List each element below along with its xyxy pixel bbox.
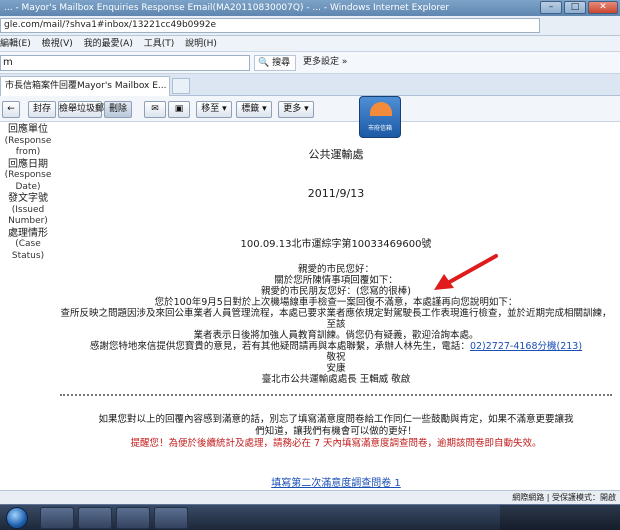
address-bar: gle.com/mail/?shva1#inbox/13221cc49b0992… [0,16,620,36]
response-org: 公共運輸處 [308,148,364,161]
reminder-text: 提醒您！為便於後續統計及處理，請務必在 7 天內填寫滿意度調查問卷，逾期該問卷即… [130,438,542,449]
minimize-icon[interactable]: – [540,1,562,14]
window-title: ... - Mayor's Mailbox Enquiries Response… [4,3,450,13]
menu-help[interactable]: 說明(H) [185,39,217,49]
back-arrow-icon[interactable]: ← [2,101,20,118]
tab-mailbox[interactable]: 市長信箱案件回覆Mayor's Mailbox E... [0,76,170,96]
label-icon[interactable]: ▣ [168,101,190,118]
menu-favorites[interactable]: 我的最愛(A) [84,39,133,49]
survey-link[interactable]: 填寫第二次滿意度調查問卷 1 [56,474,616,489]
taskbar-messenger-icon[interactable] [78,507,112,529]
status-bar: 網際網路 | 受保護模式：開啟 [0,490,620,504]
field-issued-number: 發文字號 (Issued Number) [8,193,48,226]
search-input[interactable]: m [0,55,250,71]
move-to-button[interactable]: 移至 ▾ [196,101,232,118]
mark-icon[interactable]: ✉ [144,101,166,118]
issued-number: 100.09.13北市運綜字第10033469600號 [240,239,432,250]
field-labels: 回應單位 (Response from) 回應日期 (Response Date… [4,124,52,262]
search-button[interactable]: 🔍 搜尋 [254,55,296,71]
labels-button[interactable]: 標籤 ▾ [236,101,272,118]
satisfaction-note: 如果您對以上的回覆內容感到滿意的話，別忘了填寫滿意度問卷給工作同仁一些鼓勵與肯定… [56,414,616,450]
field-response-date: 回應日期 (Response Date) [4,158,52,192]
mailbox-logo: 市府信箱 [359,96,401,138]
field-case-status: 處理情形 (Case Status) [8,227,48,261]
archive-button[interactable]: 封存 [28,101,56,118]
search-row: m 🔍 搜尋 更多設定 » [0,52,620,74]
divider [60,394,612,400]
start-orb-icon[interactable] [6,507,28,529]
phone-number: 02)2727-4168分機(213) [469,341,583,352]
report-spam-button[interactable]: 檢舉垃圾郵件 [58,101,113,118]
taskbar-ie-icon[interactable] [154,507,188,529]
window-titlebar: ... - Mayor's Mailbox Enquiries Response… [0,0,620,16]
taskbar-explorer-icon[interactable] [40,507,74,529]
menu-tools[interactable]: 工具(T) [144,39,175,49]
system-tray [500,505,620,530]
red-arrow-icon [434,254,498,290]
menu-bar: 編輯(E) 檢視(V) 我的最愛(A) 工具(T) 說明(H) [0,36,620,52]
close-icon[interactable]: ✕ [588,1,618,14]
field-response-from: 回應單位 (Response from) [4,124,52,157]
url-input[interactable]: gle.com/mail/?shva1#inbox/13221cc49b0992… [0,18,540,33]
more-settings-button[interactable]: 更多設定 » [300,55,360,71]
maximize-icon[interactable]: □ [564,1,586,14]
more-actions-button[interactable]: 更多 ▾ [278,101,314,118]
response-date: 2011/9/13 [307,187,365,200]
new-tab-button[interactable] [172,78,190,94]
delete-button[interactable]: 刪除 [104,101,132,118]
logo-text: 市府信箱 [367,125,392,132]
search-icon: 🔍 [258,58,270,68]
mail-toolbar: ← 封存 檢舉垃圾郵件 刪除 ✉ ▣ 移至 ▾ 標籤 ▾ 更多 ▾ [0,96,620,122]
security-zone: 網際網路 | 受保護模式：開啟 [512,493,616,502]
case-status-text: 親愛的市民您好： 關於您所陳情事項回覆如下： 親愛的市民朋友您好：(您寫的很棒)… [60,264,612,385]
tab-strip: 市長信箱案件回覆Mayor's Mailbox E... [0,74,620,96]
menu-view[interactable]: 檢視(V) [42,39,73,49]
window-controls: – □ ✕ [540,1,618,14]
taskbar-app-icon[interactable] [116,507,150,529]
taskbar [0,504,620,530]
menu-edit[interactable]: 編輯(E) [0,39,31,49]
sun-icon [370,102,392,116]
